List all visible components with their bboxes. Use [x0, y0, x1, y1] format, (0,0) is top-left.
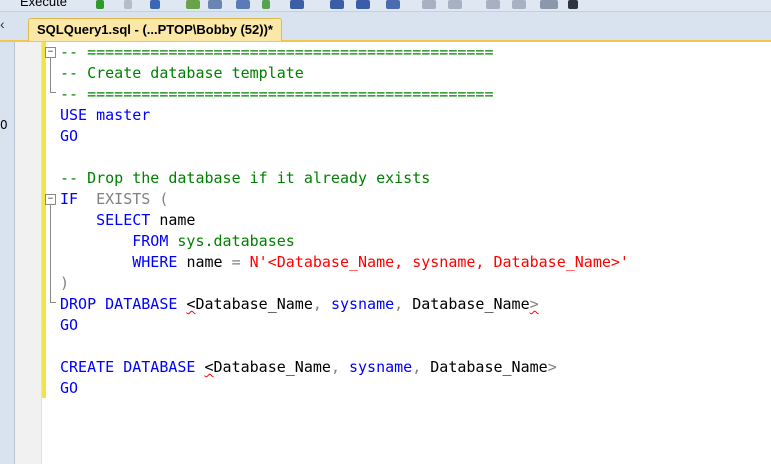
side-number: 0	[0, 118, 8, 132]
code-line: USE master	[60, 106, 151, 124]
execute-button[interactable]: Execute	[20, 0, 67, 9]
editor-margin	[15, 42, 42, 464]
code-line: GO	[60, 127, 79, 145]
query-options-icon[interactable]	[208, 0, 222, 9]
code-line: )	[60, 274, 70, 292]
indent-icon[interactable]	[512, 0, 526, 9]
uncomment-icon[interactable]	[356, 0, 370, 9]
collapse-region-icon[interactable]: −	[45, 194, 56, 205]
run-icon[interactable]	[96, 0, 104, 9]
change-tracking-bar	[42, 42, 46, 398]
results-to-grid-icon[interactable]	[262, 0, 270, 9]
code-line: -- =====================================…	[60, 85, 494, 103]
sql-editor[interactable]: -- =====================================…	[60, 42, 629, 399]
query-toolbar: Execute	[0, 0, 771, 12]
dropdown-icon[interactable]	[568, 0, 578, 9]
scroll-left-icon[interactable]: ‹	[0, 16, 5, 32]
code-line: DROP DATABASE <Database_Name, sysname, D…	[60, 295, 539, 313]
code-line: SELECT name	[96, 211, 196, 229]
results-to-file-icon[interactable]	[290, 0, 304, 9]
code-line: CREATE DATABASE <Database_Name, sysname,…	[60, 358, 557, 376]
outline-line	[50, 58, 51, 92]
collapse-region-icon[interactable]: −	[45, 47, 56, 58]
plan-icon[interactable]	[186, 0, 200, 9]
object-explorer-edge: 0	[0, 42, 15, 464]
specify-values-icon[interactable]	[540, 0, 558, 9]
stop-icon[interactable]	[124, 0, 132, 9]
tab-sqlquery1[interactable]: SQLQuery1.sql - (...PTOP\Bobby (52))*	[28, 18, 282, 41]
code-line: WHERE name = N'<Database_Name, sysname, …	[132, 253, 629, 271]
comment-icon[interactable]	[330, 0, 344, 9]
outline-end	[50, 302, 56, 303]
code-line: -- Drop the database if it already exist…	[60, 169, 431, 187]
parse-icon[interactable]	[150, 0, 160, 9]
code-line: GO	[60, 379, 79, 397]
results-to-text-icon[interactable]	[236, 0, 250, 9]
outline-end	[50, 92, 56, 93]
code-line: GO	[60, 316, 79, 334]
increase-indent-icon[interactable]	[422, 0, 436, 9]
code-line: -- =====================================…	[60, 43, 494, 61]
code-line: FROM sys.databases	[132, 232, 295, 250]
decrease-indent-icon[interactable]	[386, 0, 400, 9]
outline-line	[50, 205, 51, 302]
align-icon[interactable]	[448, 0, 462, 9]
code-line: -- Create database template	[60, 64, 304, 82]
outdent-icon[interactable]	[486, 0, 500, 9]
code-line: IF EXISTS (	[60, 190, 169, 208]
